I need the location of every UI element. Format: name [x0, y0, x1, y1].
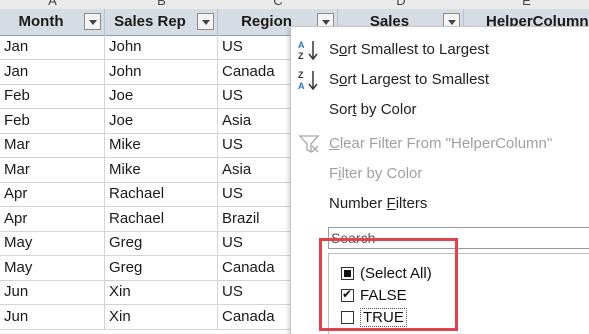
header-label-sales-rep: Sales Rep	[114, 13, 186, 30]
table-cell[interactable]: Apr	[0, 182, 105, 206]
sort-ascending-label: Sort Smallest to Largest	[329, 41, 490, 58]
table-cell[interactable]: Greg	[105, 231, 218, 255]
highlight-annotation-box	[319, 238, 458, 331]
column-letter-e[interactable]: E	[464, 0, 589, 9]
table-cell[interactable]: Rachael	[105, 206, 218, 231]
sort-descending-label: Sort Largest to Smallest	[329, 71, 490, 88]
table-cell[interactable]: Apr	[0, 206, 105, 231]
svg-text:Z: Z	[298, 70, 304, 80]
sort-a-to-z-icon: A Z	[298, 40, 318, 61]
filter-dropdown-sales-rep[interactable]	[197, 13, 214, 30]
table-cell[interactable]: Mar	[0, 133, 105, 157]
number-filters-label: Number Filters	[329, 195, 428, 212]
table-cell[interactable]: May	[0, 231, 105, 255]
table-cell[interactable]: Feb	[0, 108, 105, 133]
header-label-month: Month	[18, 13, 64, 30]
table-cell[interactable]: Rachael	[105, 182, 218, 206]
column-letter-c[interactable]: C	[218, 0, 338, 9]
filter-dropdown-month[interactable]	[84, 13, 101, 30]
menu-filter-by-color: Filter by Color	[291, 159, 589, 187]
table-cell[interactable]: John	[105, 59, 218, 84]
clear-filter-label: Clear Filter From "HelperColumn"	[329, 135, 553, 152]
table-cell[interactable]: John	[105, 35, 218, 59]
sort-by-color-label: Sort by Color	[329, 101, 417, 118]
table-cell[interactable]: Xin	[105, 280, 218, 304]
table-cell[interactable]: Jun	[0, 280, 105, 304]
table-cell[interactable]: Greg	[105, 255, 218, 280]
svg-text:A: A	[298, 81, 305, 91]
table-cell[interactable]: Joe	[105, 84, 218, 108]
table-cell[interactable]: Jan	[0, 59, 105, 84]
menu-sort-descending[interactable]: Z A Sort Largest to Smallest	[291, 65, 589, 93]
menu-clear-filter: Clear Filter From "HelperColumn"	[291, 129, 589, 157]
svg-text:A: A	[298, 40, 305, 50]
filter-by-color-label: Filter by Color	[329, 165, 423, 182]
column-letter-d[interactable]: D	[338, 0, 464, 9]
table-cell[interactable]: Mike	[105, 133, 218, 157]
table-cell[interactable]: May	[0, 255, 105, 280]
table-cell[interactable]: Xin	[105, 304, 218, 329]
menu-number-filters[interactable]: Number Filters	[291, 189, 589, 217]
menu-sort-ascending[interactable]: A Z Sort Smallest to Largest	[291, 35, 589, 63]
table-cell[interactable]: Mike	[105, 157, 218, 182]
column-letter-a[interactable]: A	[0, 0, 105, 9]
table-cell[interactable]: Mar	[0, 157, 105, 182]
table-cell[interactable]: Joe	[105, 108, 218, 133]
menu-sort-by-color[interactable]: Sort by Color	[291, 95, 589, 123]
table-cell[interactable]: Jun	[0, 304, 105, 329]
table-cell[interactable]: Feb	[0, 84, 105, 108]
column-letter-b[interactable]: B	[105, 0, 218, 9]
clear-filter-icon	[298, 135, 320, 154]
table-cell[interactable]: Jan	[0, 35, 105, 59]
header-month: Month	[0, 9, 105, 35]
header-sales-rep: Sales Rep	[105, 9, 218, 35]
svg-text:Z: Z	[298, 51, 304, 61]
sort-z-to-a-icon: Z A	[298, 70, 318, 91]
